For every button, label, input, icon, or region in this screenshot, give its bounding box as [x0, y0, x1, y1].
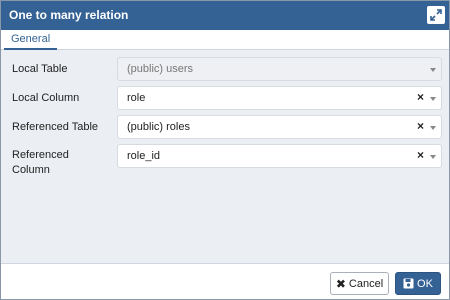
chevron-down-icon[interactable]	[430, 155, 436, 159]
local-column-select[interactable]: role ×	[117, 86, 442, 110]
referenced-column-label-line1: Referenced	[12, 149, 69, 161]
local-column-value: role	[127, 92, 146, 104]
referenced-column-row: Referenced Column role_id ×	[1, 144, 449, 178]
clear-icon[interactable]: ×	[417, 119, 424, 133]
dialog-footer: ✖ Cancel OK	[1, 263, 449, 299]
ok-label: OK	[417, 277, 433, 290]
referenced-table-row: Referenced Table (public) roles ×	[1, 115, 449, 139]
chevron-down-icon[interactable]	[430, 97, 436, 101]
local-table-select: (public) users	[117, 57, 442, 81]
expand-icon	[430, 9, 442, 21]
local-table-value: (public) users	[127, 63, 194, 75]
cancel-button[interactable]: ✖ Cancel	[330, 272, 389, 295]
referenced-column-value: role_id	[127, 150, 161, 162]
clear-icon[interactable]: ×	[417, 148, 424, 162]
close-icon: ✖	[335, 276, 346, 291]
one-to-many-dialog: One to many relation General Local Table…	[0, 0, 450, 300]
referenced-column-label: Referenced Column	[12, 148, 69, 178]
local-table-label: Local Table	[12, 63, 68, 75]
referenced-table-label: Referenced Table	[12, 121, 99, 133]
dialog-title: One to many relation	[9, 8, 129, 22]
expand-button[interactable]	[427, 6, 445, 24]
local-column-row: Local Column role ×	[1, 86, 449, 110]
cancel-label: Cancel	[348, 277, 384, 290]
tab-bar: General	[1, 30, 449, 50]
tab-general[interactable]: General	[4, 30, 58, 50]
referenced-column-select[interactable]: role_id ×	[117, 144, 442, 168]
referenced-table-select[interactable]: (public) roles ×	[117, 115, 442, 139]
chevron-down-icon[interactable]	[430, 126, 436, 130]
clear-icon[interactable]: ×	[417, 90, 424, 104]
save-icon	[403, 278, 414, 289]
ok-button[interactable]: OK	[395, 272, 441, 295]
referenced-column-label-line2: Column	[12, 164, 50, 176]
local-table-row: Local Table (public) users	[1, 57, 449, 81]
chevron-down-icon	[430, 68, 436, 72]
local-column-label: Local Column	[12, 92, 80, 104]
dialog-titlebar[interactable]: One to many relation	[1, 1, 449, 30]
referenced-table-value: (public) roles	[127, 121, 190, 133]
